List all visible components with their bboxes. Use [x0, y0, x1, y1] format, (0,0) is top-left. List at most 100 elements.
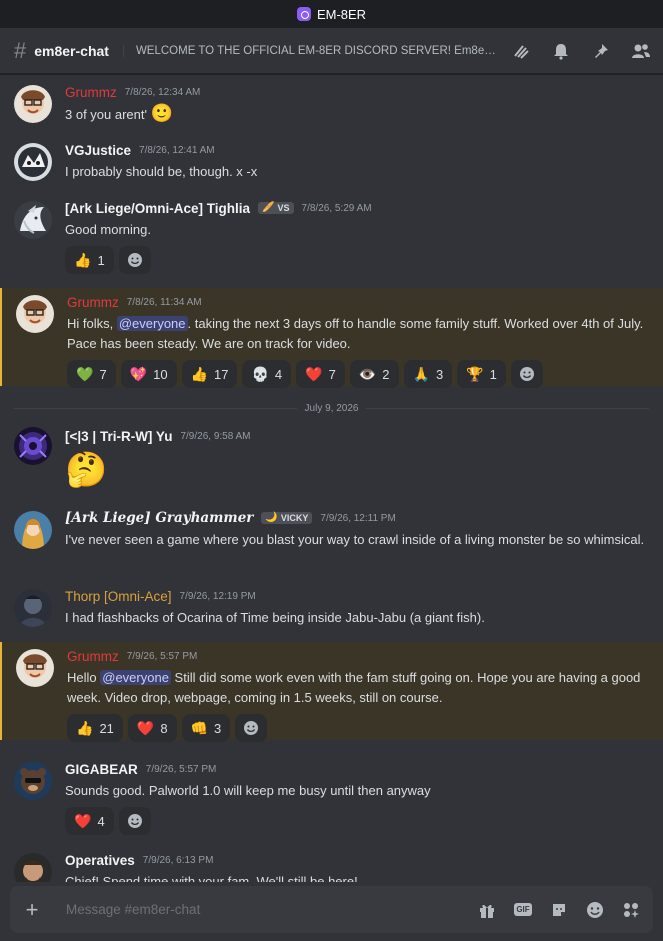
reaction-count: 4 — [274, 366, 283, 382]
reaction-bar: 👍 21 ❤️ 8 👊 3 — [67, 714, 651, 742]
message-text: Hi folks, @everyone. taking the next 3 d… — [67, 314, 651, 354]
message-item: Operatives 7/9/26, 6:13 PM Chief! Spend … — [0, 851, 663, 882]
message-author[interactable]: GIGABEAR — [65, 762, 138, 777]
message-text: Sounds good. Palworld 1.0 will keep me b… — [65, 783, 431, 798]
add-reaction-icon — [519, 367, 534, 381]
green-heart-emoji-icon: 💚 — [76, 366, 94, 382]
avatar[interactable] — [16, 295, 54, 333]
message-author[interactable]: VGJustice — [65, 143, 131, 158]
message-text: Good morning. — [65, 222, 151, 237]
reaction-trophy[interactable]: 🏆 1 — [457, 360, 506, 388]
skull-emoji-icon: 💀 — [251, 366, 269, 382]
avatar[interactable] — [14, 511, 52, 549]
gift-icon[interactable] — [477, 900, 497, 920]
message-text: I had flashbacks of Ocarina of Time bein… — [65, 610, 485, 625]
channel-header: # em8er-chat WELCOME TO THE OFFICIAL EM-… — [0, 28, 663, 74]
avatar[interactable] — [14, 427, 52, 465]
message-author[interactable]: [<|3 | Tri-R-W] Yu — [65, 429, 172, 444]
reaction-thumbs-up[interactable]: 👍 17 — [181, 360, 238, 388]
clan-tag[interactable]: 🌙 VICKY — [261, 512, 313, 524]
app-logo-icon — [296, 7, 311, 21]
gif-icon-label: GIF — [514, 903, 532, 916]
reaction-sparkling-heart[interactable]: 💖 10 — [120, 360, 177, 388]
avatar[interactable] — [14, 201, 52, 239]
message-author[interactable]: Grummz — [67, 295, 119, 310]
gif-icon[interactable]: GIF — [513, 900, 533, 920]
message-timestamp: 7/8/26, 11:34 AM — [126, 296, 202, 308]
fist-emoji-icon: 👊 — [190, 720, 209, 736]
sparkling-heart-emoji-icon: 💖 — [129, 366, 148, 382]
bell-icon[interactable] — [551, 41, 571, 61]
channel-topic[interactable]: WELCOME TO THE OFFICIAL EM-8ER DISCORD S… — [122, 44, 497, 57]
red-heart-emoji-icon: ❤️ — [305, 366, 323, 382]
window-title: EM-8ER — [316, 6, 367, 22]
reaction-green-heart[interactable]: 💚 7 — [67, 360, 116, 388]
reaction-count: 8 — [160, 720, 168, 736]
add-reaction-button[interactable] — [118, 246, 151, 274]
reaction-thumbs-up[interactable]: 👍 21 — [67, 714, 123, 742]
apps-icon[interactable] — [621, 900, 641, 920]
message-input[interactable] — [54, 902, 477, 917]
composer-toolbar: GIF — [477, 900, 653, 920]
sticker-icon[interactable] — [549, 900, 569, 920]
avatar[interactable] — [16, 649, 54, 687]
reaction-bar: 👍 1 — [65, 246, 651, 274]
clan-tag[interactable]: 🥖 VS — [258, 202, 294, 214]
message-author[interactable]: Grummz — [65, 85, 117, 100]
reaction-count: 10 — [153, 366, 168, 382]
threads-icon[interactable] — [511, 41, 531, 61]
message-timestamp: 7/8/26, 12:34 AM — [124, 86, 201, 98]
reaction-thumbs-up[interactable]: 👍 1 — [65, 246, 114, 274]
thumbs-up-emoji-icon: 👍 — [190, 366, 209, 382]
message-author[interactable]: [Ark Liege] Grayhammer — [65, 510, 253, 526]
message-list[interactable]: Grummz 7/8/26, 12:34 AM 3 of you arent' … — [0, 75, 663, 882]
message-author[interactable]: Thorp [Omni-Ace] — [65, 589, 172, 604]
reaction-red-heart[interactable]: ❤️ 7 — [296, 360, 345, 388]
divider-line — [366, 407, 649, 409]
reaction-red-heart[interactable]: ❤️ 8 — [127, 714, 177, 742]
avatar[interactable] — [14, 85, 52, 123]
avatar[interactable] — [14, 589, 52, 627]
message-author[interactable]: Grummz — [67, 649, 119, 664]
message-author[interactable]: [Ark Liege/Omni-Ace] Tighlia — [65, 201, 250, 216]
attach-plus-icon[interactable]: + — [10, 897, 54, 923]
add-reaction-icon — [127, 814, 142, 828]
avatar[interactable] — [14, 762, 52, 800]
thumbs-up-emoji-icon: 👍 — [76, 720, 94, 736]
avatar[interactable] — [14, 143, 52, 181]
add-reaction-icon — [127, 253, 142, 267]
add-reaction-button[interactable] — [510, 360, 543, 388]
add-reaction-button[interactable] — [118, 807, 151, 835]
clan-tag-label: VS — [277, 203, 290, 213]
folded-hands-emoji-icon: 🙏 — [412, 366, 430, 382]
pin-icon[interactable] — [591, 41, 611, 61]
reaction-pray[interactable]: 🙏 3 — [403, 360, 453, 388]
message-item: [<|3 | Tri-R-W] Yu 7/9/26, 9:58 AM 🤔 — [0, 427, 663, 492]
message-author[interactable]: Operatives — [65, 853, 135, 868]
reaction-count: 2 — [382, 366, 390, 382]
emoji-icon[interactable] — [585, 900, 605, 920]
reaction-fist[interactable]: 👊 3 — [181, 714, 231, 742]
message-timestamp: 7/9/26, 5:57 PM — [126, 650, 198, 662]
members-icon[interactable] — [631, 41, 651, 61]
reaction-red-heart[interactable]: ❤️ 4 — [65, 807, 114, 835]
everyone-mention[interactable]: @everyone — [116, 316, 188, 331]
reaction-skull[interactable]: 💀 4 — [242, 360, 292, 388]
message-item: Grummz 7/8/26, 12:34 AM 3 of you arent' … — [0, 83, 663, 125]
date-divider: July 9, 2026 — [14, 399, 649, 417]
message-text: I've never seen a game where you blast y… — [65, 532, 645, 547]
reaction-eye[interactable]: 👁️ 2 — [349, 360, 399, 388]
avatar[interactable] — [14, 853, 52, 882]
message-timestamp: 7/9/26, 12:11 PM — [320, 512, 396, 524]
reaction-count: 1 — [97, 252, 105, 268]
message-text: 3 of you arent' 🙂 — [65, 104, 651, 125]
reaction-count: 7 — [99, 366, 107, 382]
red-heart-emoji-icon: ❤️ — [136, 720, 155, 736]
message-text: Chief! Spend time with your fam. We'll s… — [65, 874, 358, 882]
everyone-mention[interactable]: @everyone — [100, 670, 171, 685]
channel-name[interactable]: em8er-chat — [34, 43, 109, 59]
purple-moon-icon: 🌙 — [265, 512, 278, 523]
channel-hash-icon: # — [14, 37, 27, 63]
message-text: Hello @everyone Still did some work even… — [67, 668, 651, 708]
add-reaction-button[interactable] — [235, 714, 268, 742]
